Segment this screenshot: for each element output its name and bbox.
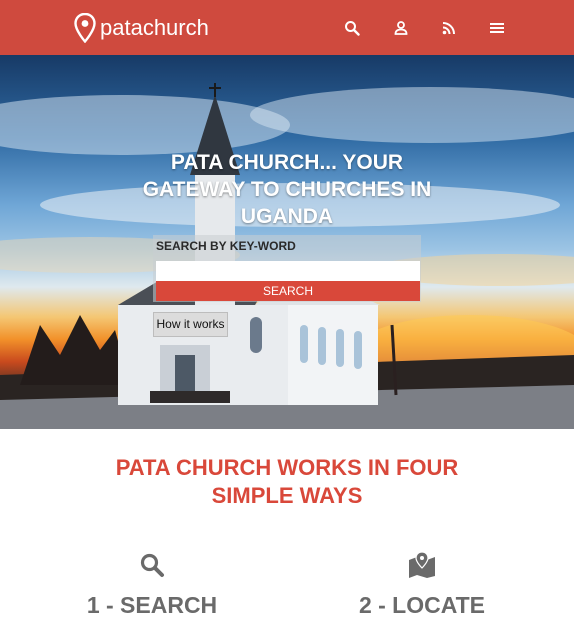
menu-icon[interactable] <box>489 20 507 38</box>
search-icon[interactable] <box>344 20 362 38</box>
how-it-works-button[interactable]: How it works <box>153 312 228 337</box>
top-navigation-bar: patachurch <box>0 0 574 55</box>
hero-banner: PATA CHURCH... YOUR GATEWAY TO CHURCHES … <box>0 55 574 429</box>
search-button[interactable]: SEARCH <box>156 281 420 301</box>
step-locate: 2 - LOCATE <box>322 552 522 619</box>
map-pin-logo-icon <box>74 13 96 43</box>
step-label: 1 - SEARCH <box>86 592 218 618</box>
keyword-search-form: SEARCH BY KEY-WORD SEARCH <box>153 235 421 302</box>
step-label: 2 - LOCATE <box>358 592 486 618</box>
search-icon <box>140 553 164 577</box>
step-search: 1 - SEARCH <box>52 552 252 619</box>
hero-title: PATA CHURCH... YOUR GATEWAY TO CHURCHES … <box>142 151 432 228</box>
brand-name: patachurch <box>100 15 209 40</box>
brand-logo[interactable]: patachurch <box>74 13 209 43</box>
user-icon[interactable] <box>393 20 411 38</box>
search-input[interactable] <box>156 261 420 281</box>
section-title: PATA CHURCH WORKS IN FOUR SIMPLE WAYS <box>115 455 459 508</box>
search-label: SEARCH BY KEY-WORD <box>156 239 296 253</box>
map-icon <box>409 552 435 578</box>
rss-icon[interactable] <box>441 20 459 38</box>
